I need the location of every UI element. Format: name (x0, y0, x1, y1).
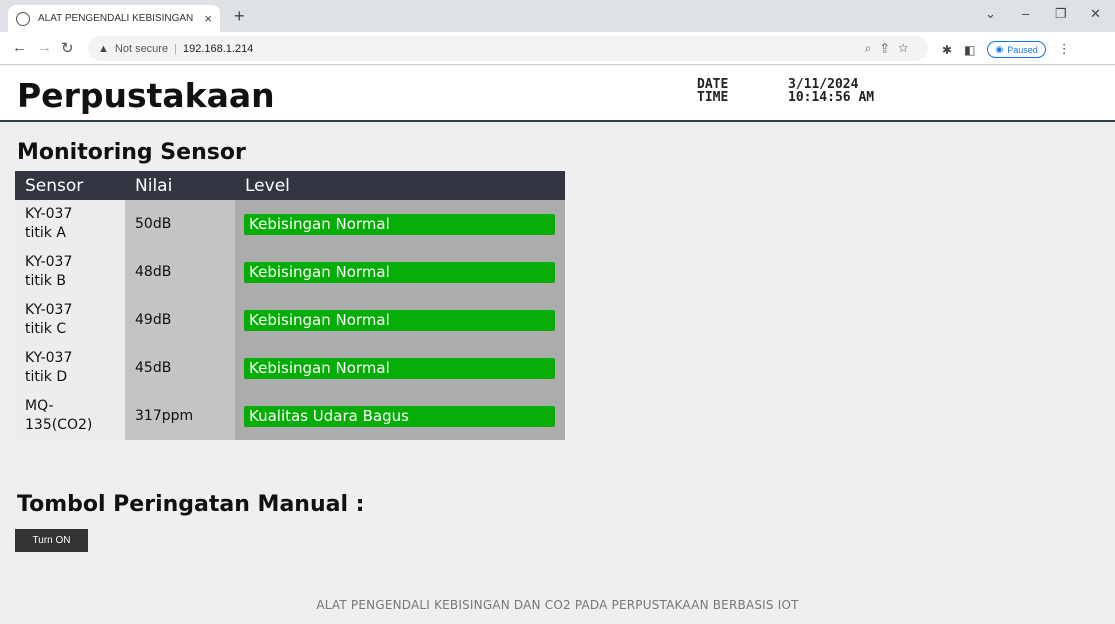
tab-close-icon[interactable]: × (204, 11, 212, 26)
address-bar[interactable]: ▲ Not secure | 192.168.1.214 ⌕⇪☆ (88, 36, 928, 61)
column-header-sensor: Sensor (15, 171, 125, 200)
menu-icon[interactable]: ⋮ (1058, 42, 1071, 57)
security-label: Not secure (114, 42, 169, 55)
minimize-icon[interactable]: – (1022, 6, 1029, 21)
sensor-location: titik A (25, 225, 66, 241)
datetime-labels: DATE TIME (697, 78, 728, 104)
value-cell: 49dB (125, 296, 235, 344)
sensor-cell: KY-037 titik C (15, 296, 125, 344)
close-window-icon[interactable]: ✕ (1090, 6, 1101, 22)
level-cell: Kualitas Udara Bagus (235, 392, 565, 440)
url-text: 192.168.1.214 (182, 42, 254, 55)
paused-label: Paused (1007, 44, 1038, 55)
sensor-location: 135(CO2) (25, 417, 93, 433)
sensor-name: MQ- (25, 398, 54, 414)
globe-icon (16, 11, 30, 26)
value-cell: 45dB (125, 344, 235, 392)
sensor-table: Sensor Nilai Level KY-037 titik A 50dB Ke… (15, 171, 565, 440)
warning-icon[interactable]: ▲ (98, 43, 109, 55)
tab-search-icon[interactable]: ⌄ (985, 6, 996, 22)
table-header-row: Sensor Nilai Level (15, 171, 565, 200)
toolbar-icons: ✱ ◧ ◉ Paused ⋮ (942, 41, 1071, 58)
level-badge: Kebisingan Normal (244, 261, 555, 283)
monitoring-title: Monitoring Sensor (17, 140, 246, 165)
browser-tab-bar: ALAT PENGENDALI KEBISINGAN × + ⌄ – ❐ ✕ (0, 0, 1115, 32)
bookmark-star-icon[interactable]: ☆ (898, 41, 918, 55)
turn-on-button[interactable]: Turn ON (15, 529, 88, 552)
sensor-cell: KY-037 titik D (15, 344, 125, 392)
restore-icon[interactable]: ❐ (1055, 6, 1067, 22)
level-badge: Kebisingan Normal (244, 213, 555, 235)
sensor-name: KY-037 (25, 206, 73, 222)
sensor-cell: MQ- 135(CO2) (15, 392, 125, 440)
page-header: Perpustakaan DATE TIME 3/11/2024 10:14:5… (0, 66, 1115, 122)
profile-icon: ◉ (995, 44, 1004, 54)
sensor-name: KY-037 (25, 350, 73, 366)
forward-icon[interactable]: → (37, 39, 52, 56)
table-row: KY-037 titik C 49dB Kebisingan Normal (15, 296, 565, 344)
share-icon[interactable]: ⇪ (881, 41, 898, 55)
sensor-name: KY-037 (25, 254, 73, 270)
back-icon[interactable]: ← (12, 39, 27, 56)
table-row: KY-037 titik D 45dB Kebisingan Normal (15, 344, 565, 392)
manual-alarm-title: Tombol Peringatan Manual : (17, 492, 365, 517)
browser-tab[interactable]: ALAT PENGENDALI KEBISINGAN × (8, 5, 220, 32)
browser-toolbar: ← → ↻ ▲ Not secure | 192.168.1.214 ⌕⇪☆ ✱… (0, 32, 1115, 65)
reload-icon[interactable]: ↻ (61, 39, 74, 57)
value-cell: 317ppm (125, 392, 235, 440)
level-badge: Kebisingan Normal (244, 309, 555, 331)
column-header-level: Level (235, 171, 565, 200)
extensions-icon[interactable]: ✱ (942, 43, 952, 57)
sensor-name: KY-037 (25, 302, 73, 318)
sensor-location: titik D (25, 369, 68, 385)
level-cell: Kebisingan Normal (235, 296, 565, 344)
sensor-location: titik C (25, 321, 67, 337)
value-cell: 48dB (125, 248, 235, 296)
level-badge: Kualitas Udara Bagus (244, 405, 555, 427)
sensor-cell: KY-037 titik B (15, 248, 125, 296)
table-row: KY-037 titik B 48dB Kebisingan Normal (15, 248, 565, 296)
new-tab-icon[interactable]: + (234, 6, 245, 27)
page-title: Perpustakaan (17, 76, 275, 115)
tab-title: ALAT PENGENDALI KEBISINGAN (38, 13, 194, 24)
omnibox-icons[interactable]: ⌕⇪☆ (865, 41, 918, 56)
footer-text: ALAT PENGENDALI KEBISINGAN DAN CO2 PADA … (316, 598, 799, 612)
sensor-cell: KY-037 titik A (15, 200, 125, 248)
profile-paused-button[interactable]: ◉ Paused (987, 41, 1046, 58)
time-value: 10:14:56 AM (788, 90, 875, 105)
side-panel-icon[interactable]: ◧ (964, 43, 975, 57)
column-header-nilai: Nilai (125, 171, 235, 200)
sensor-location: titik B (25, 273, 66, 289)
level-badge: Kebisingan Normal (244, 357, 555, 379)
level-cell: Kebisingan Normal (235, 200, 565, 248)
level-cell: Kebisingan Normal (235, 248, 565, 296)
table-row: KY-037 titik A 50dB Kebisingan Normal (15, 200, 565, 248)
zoom-icon[interactable]: ⌕ (865, 41, 882, 55)
time-label: TIME (697, 90, 729, 105)
value-cell: 50dB (125, 200, 235, 248)
url-separator: | (174, 42, 177, 55)
datetime-values: 3/11/2024 10:14:56 AM (788, 78, 874, 104)
table-row: MQ- 135(CO2) 317ppm Kualitas Udara Bagus (15, 392, 565, 440)
level-cell: Kebisingan Normal (235, 344, 565, 392)
